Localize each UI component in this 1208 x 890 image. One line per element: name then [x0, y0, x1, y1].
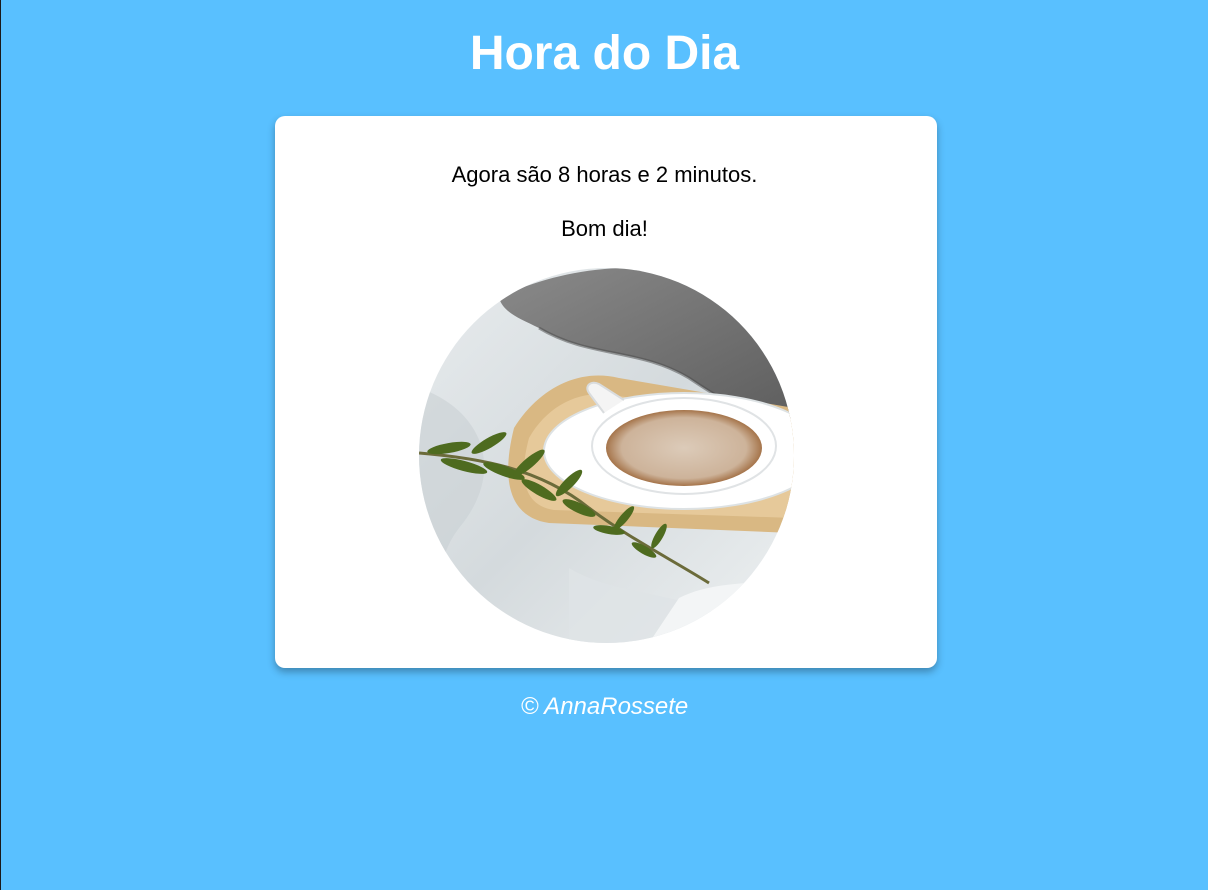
greeting-message: Bom dia! [561, 216, 648, 241]
page-title: Hora do Dia [469, 27, 740, 80]
time-message: Agora são 8 horas e 2 minutos. [451, 162, 758, 187]
coffee-illustration [419, 268, 794, 643]
copyright-footer: © AnnaRossete [520, 693, 689, 720]
morning-coffee-image [419, 268, 794, 643]
